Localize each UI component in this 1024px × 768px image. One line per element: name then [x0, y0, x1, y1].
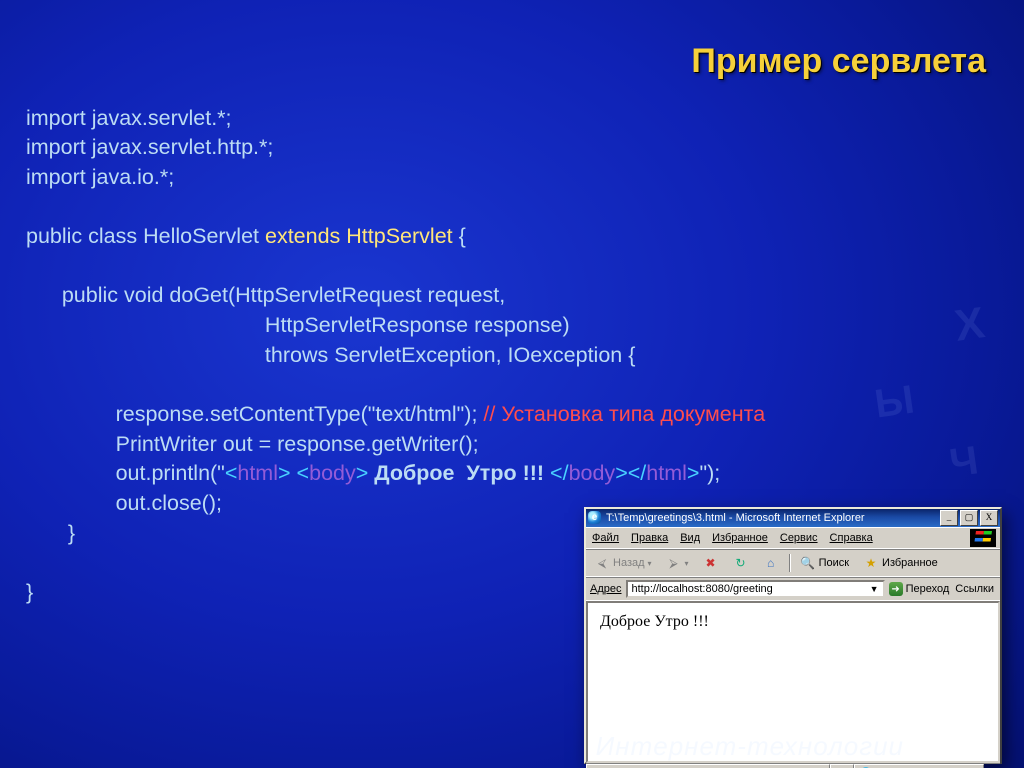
stop-button[interactable]: ✖	[699, 553, 723, 573]
code-line: response.setContentType("text/html");	[26, 402, 477, 426]
bg-key: X	[951, 298, 987, 352]
tag-name: body	[569, 461, 616, 485]
code-line: import javax.servlet.*;	[26, 106, 232, 130]
tag-close: >	[278, 461, 291, 485]
toolbar: ⮘ Назад ▾ ⮚ ▾ ✖ ↻ ⌂ 🔍 Поиск	[586, 549, 1000, 577]
back-label: Назад	[613, 557, 645, 569]
code-line: HttpServletResponse response)	[26, 313, 570, 337]
forward-icon: ⮚	[666, 555, 682, 571]
tag-name: body	[309, 461, 356, 485]
tag-name: html	[237, 461, 278, 485]
slide-root: Пример сервлета X Ы Ч У import javax.ser…	[0, 0, 1024, 768]
home-button[interactable]: ⌂	[759, 553, 783, 573]
favorites-button[interactable]: ★ Избранное	[859, 553, 942, 573]
tag-name: html	[646, 461, 687, 485]
address-bar: Адрес http://localhost:8080/greeting ▼ ➜…	[586, 577, 1000, 601]
code-line: {	[453, 224, 466, 248]
code-line: out.close();	[26, 491, 222, 515]
code-line: ");	[699, 461, 720, 485]
chevron-down-icon: ▾	[685, 559, 689, 568]
menu-file[interactable]: Файл	[592, 532, 619, 544]
tag-close: >	[615, 461, 628, 485]
forward-button[interactable]: ⮚ ▾	[662, 553, 693, 573]
tag-open: <	[225, 461, 238, 485]
refresh-icon: ↻	[733, 555, 749, 571]
go-button[interactable]: ➜ Переход	[889, 582, 950, 596]
go-label: Переход	[906, 583, 950, 595]
search-icon: 🔍	[800, 555, 816, 571]
page-content: Доброе Утро !!!	[586, 601, 1000, 763]
go-icon: ➜	[889, 582, 903, 596]
address-input[interactable]: http://localhost:8080/greeting ▼	[626, 580, 885, 598]
status-gap	[830, 764, 854, 768]
code-line: PrintWriter out = response.getWriter();	[26, 432, 479, 456]
refresh-button[interactable]: ↻	[729, 553, 753, 573]
links-button[interactable]: Ссылки	[953, 583, 996, 595]
tag-close: >	[356, 461, 369, 485]
address-value: http://localhost:8080/greeting	[632, 583, 773, 595]
menu-view[interactable]: Вид	[680, 532, 700, 544]
menu-help[interactable]: Справка	[830, 532, 873, 544]
chevron-down-icon: ▾	[648, 559, 652, 568]
tag-open: <	[297, 461, 310, 485]
maximize-button[interactable]: ▢	[960, 510, 978, 526]
code-kw: extends HttpServlet	[265, 224, 453, 248]
tag-open: </	[628, 461, 647, 485]
star-icon: ★	[863, 555, 879, 571]
home-icon: ⌂	[763, 555, 779, 571]
toolbar-separator	[789, 554, 790, 572]
back-icon: ⮘	[594, 555, 610, 571]
close-button[interactable]: X	[980, 510, 998, 526]
code-line: }	[26, 580, 33, 604]
page-body-text: Доброе Утро !!!	[600, 613, 709, 630]
tag-close: >	[687, 461, 700, 485]
code-line: throws ServletException, IOexception {	[26, 343, 635, 367]
html-inner-text: Доброе Утро !!!	[368, 461, 550, 485]
titlebar: e T:\Temp\greetings\3.html - Microsoft I…	[586, 509, 1000, 527]
menu-favorites[interactable]: Избранное	[712, 532, 768, 544]
code-line: }	[26, 521, 75, 545]
menu-tools[interactable]: Сервис	[780, 532, 818, 544]
ie-throbber	[970, 529, 996, 547]
bg-key: Ч	[947, 438, 981, 486]
status-bar: ▤ Готово 🌐 Интернет	[586, 763, 1000, 768]
ie-icon: e	[588, 511, 602, 525]
search-label: Поиск	[819, 557, 849, 569]
search-button[interactable]: 🔍 Поиск	[796, 553, 853, 573]
slide-title: Пример сервлета	[691, 42, 986, 81]
code-comment: // Установка типа документа	[477, 402, 765, 426]
stop-icon: ✖	[703, 555, 719, 571]
tag-open: </	[550, 461, 569, 485]
code-line: public class HelloServlet	[26, 224, 265, 248]
status-left: ▤ Готово	[586, 764, 830, 768]
menubar: Файл Правка Вид Избранное Сервис Справка	[586, 527, 1000, 549]
favorites-label: Избранное	[882, 557, 938, 569]
code-line: import java.io.*;	[26, 165, 174, 189]
bg-key: Ы	[872, 377, 917, 427]
chevron-down-icon[interactable]: ▼	[870, 584, 879, 594]
code-line: out.println("	[26, 461, 225, 485]
window-title: T:\Temp\greetings\3.html - Microsoft Int…	[606, 512, 940, 524]
menu-edit[interactable]: Правка	[631, 532, 668, 544]
minimize-button[interactable]: _	[940, 510, 958, 526]
code-line: import javax.servlet.http.*;	[26, 135, 273, 159]
address-label: Адрес	[590, 583, 622, 595]
back-button[interactable]: ⮘ Назад ▾	[590, 553, 656, 573]
code-line: public void doGet(HttpServletRequest req…	[26, 283, 505, 307]
ie-window: e T:\Temp\greetings\3.html - Microsoft I…	[584, 507, 1002, 764]
status-zone: 🌐 Интернет	[854, 764, 984, 768]
